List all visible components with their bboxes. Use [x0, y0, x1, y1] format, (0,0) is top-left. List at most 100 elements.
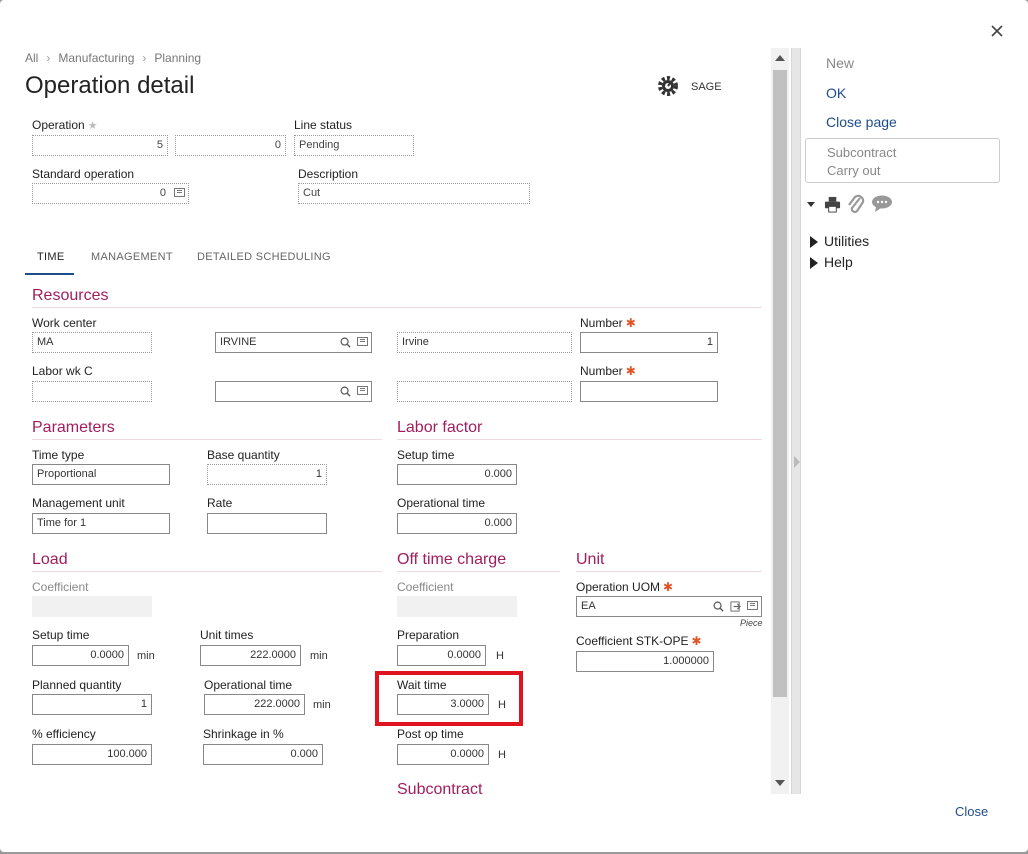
- page-title: Operation detail: [25, 72, 195, 99]
- close-icon[interactable]: [990, 24, 1004, 38]
- chevron-right-icon: ›: [142, 51, 147, 65]
- base-quantity-field[interactable]: 1: [207, 464, 327, 485]
- divider: [32, 439, 382, 440]
- help-label: Help: [824, 254, 853, 270]
- work-center-code-field[interactable]: IRVINE: [215, 332, 372, 353]
- comment-icon[interactable]: [871, 195, 893, 213]
- wait-time-highlight-box: [375, 671, 523, 726]
- attachment-icon[interactable]: [846, 193, 866, 215]
- load-setup-time-field[interactable]: 0.0000: [32, 645, 129, 666]
- load-coefficient-field: [32, 596, 152, 617]
- preparation-label: Preparation: [397, 628, 460, 642]
- number-field[interactable]: 1: [580, 332, 718, 353]
- breadcrumb-all[interactable]: All: [25, 51, 38, 65]
- description-field[interactable]: Cut: [298, 183, 530, 204]
- coefficient-stk-ope-field[interactable]: 1.000000: [576, 651, 714, 672]
- preparation-unit: H: [496, 650, 504, 662]
- load-coefficient-label: Coefficient: [32, 580, 89, 594]
- subcontract-button[interactable]: Subcontract: [827, 145, 896, 160]
- jump-to-icon[interactable]: [730, 601, 741, 612]
- shrinkage-field[interactable]: 0.000: [203, 744, 323, 765]
- labor-operational-time-label: Operational time: [397, 496, 486, 510]
- operation-label: Operation ★: [32, 118, 98, 132]
- load-setup-time-label: Setup time: [32, 628, 90, 642]
- breadcrumb-planning[interactable]: Planning: [154, 51, 201, 65]
- caret-down-icon[interactable]: [807, 201, 815, 207]
- carry-out-button[interactable]: Carry out: [827, 163, 880, 178]
- star-icon: ★: [87, 120, 98, 132]
- panel-splitter[interactable]: [791, 48, 801, 794]
- detail-icon[interactable]: [357, 337, 368, 346]
- sage-label: SAGE: [691, 81, 722, 93]
- scrollbar-thumb[interactable]: [773, 70, 787, 697]
- field-icons: [713, 599, 758, 612]
- rate-label: Rate: [207, 496, 233, 510]
- chevron-right-icon: ›: [46, 51, 51, 65]
- breadcrumb-manufacturing[interactable]: Manufacturing: [58, 51, 134, 65]
- scroll-down-icon[interactable]: [775, 780, 785, 786]
- detail-icon[interactable]: [747, 601, 758, 610]
- labor-setup-time-field[interactable]: 0.000: [397, 464, 517, 485]
- operation-uom-value: EA: [581, 600, 596, 612]
- post-op-time-unit: H: [498, 749, 506, 761]
- unit-times-field[interactable]: 222.0000: [200, 645, 301, 666]
- scroll-up-icon[interactable]: [775, 55, 785, 61]
- planned-quantity-field[interactable]: 1: [32, 694, 152, 715]
- efficiency-field[interactable]: 100.000: [32, 744, 152, 765]
- utilities-label: Utilities: [824, 233, 870, 249]
- parameters-section-title: Parameters: [32, 419, 115, 436]
- footer-close-button[interactable]: Close: [955, 804, 988, 819]
- print-icon[interactable]: [824, 196, 841, 213]
- description-label: Description: [298, 167, 359, 181]
- utilities-menu[interactable]: Utilities: [810, 233, 869, 249]
- divider: [397, 439, 762, 440]
- breadcrumb: All › Manufacturing › Planning: [25, 51, 201, 65]
- detail-icon[interactable]: [357, 386, 368, 395]
- resources-section-title: Resources: [32, 287, 109, 304]
- operational-time-field[interactable]: 222.0000: [204, 694, 305, 715]
- number2-label: Number ✱: [580, 364, 636, 378]
- operation-field[interactable]: 5: [32, 135, 168, 156]
- search-icon[interactable]: [340, 337, 351, 348]
- operation-uom-label: Operation UOM ✱: [576, 580, 674, 594]
- standard-operation-field[interactable]: 0: [32, 183, 189, 204]
- time-type-field[interactable]: Proportional: [32, 464, 170, 485]
- post-op-time-field[interactable]: 0.0000: [397, 744, 489, 765]
- subcontract-clip: Subcontract: [397, 780, 597, 795]
- search-icon[interactable]: [713, 601, 724, 612]
- close-page-button[interactable]: Close page: [826, 114, 897, 130]
- search-icon[interactable]: [340, 386, 351, 397]
- tab-time[interactable]: TIME: [37, 251, 64, 263]
- management-unit-field[interactable]: Time for 1: [32, 513, 170, 534]
- tab-management[interactable]: MANAGEMENT: [91, 251, 173, 263]
- post-op-time-label: Post op time: [397, 727, 464, 741]
- work-center-field[interactable]: MA: [32, 332, 152, 353]
- expand-panel-icon[interactable]: [794, 456, 800, 468]
- number2-field[interactable]: [580, 381, 718, 402]
- operation-sub-field[interactable]: 0: [175, 135, 286, 156]
- labor-code-field[interactable]: [215, 381, 372, 402]
- labor-wk-c-field[interactable]: [32, 381, 152, 402]
- work-center-desc-field[interactable]: Irvine: [397, 332, 572, 353]
- new-button[interactable]: New: [826, 55, 854, 71]
- unit-section-title: Unit: [576, 551, 605, 568]
- labor-operational-time-field[interactable]: 0.000: [397, 513, 517, 534]
- divider: [397, 571, 560, 572]
- management-unit-label: Management unit: [32, 496, 125, 510]
- time-type-label: Time type: [32, 448, 85, 462]
- tab-detailed-scheduling[interactable]: DETAILED SCHEDULING: [197, 251, 331, 263]
- preparation-field[interactable]: 0.0000: [397, 645, 486, 666]
- subcontract-section-title: Subcontract: [397, 781, 483, 795]
- help-menu[interactable]: Help: [810, 254, 853, 270]
- operation-uom-field[interactable]: EA: [576, 596, 762, 617]
- rate-field[interactable]: [207, 513, 327, 534]
- standard-operation-value: 0: [159, 187, 166, 199]
- labor-desc-field[interactable]: [397, 381, 572, 402]
- coefficient-stk-ope-label: Coefficient STK-OPE ✱: [576, 634, 702, 648]
- line-status-field[interactable]: Pending: [294, 135, 414, 156]
- load-setup-time-unit: min: [137, 650, 155, 662]
- detail-icon[interactable]: [174, 188, 185, 197]
- sage-gear-icon: [656, 74, 680, 98]
- ok-button[interactable]: OK: [826, 85, 846, 101]
- required-asterisk: ✱: [663, 580, 674, 594]
